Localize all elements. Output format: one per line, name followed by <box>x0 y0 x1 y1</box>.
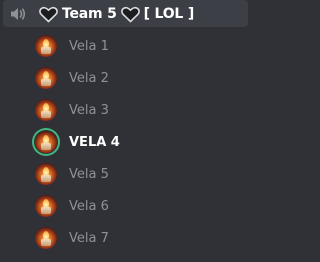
heart-icon <box>120 6 140 23</box>
voice-user-row[interactable]: Vela 1 <box>34 33 244 59</box>
voice-user-row[interactable]: Vela 2 <box>34 65 244 91</box>
voice-user-row[interactable]: Vela 5 <box>34 161 244 187</box>
channel-tag: [ LOL ] <box>143 6 195 22</box>
username: Vela 1 <box>69 38 109 54</box>
username: Vela 3 <box>69 102 109 118</box>
voice-user-row[interactable]: Vela 6 <box>34 193 244 219</box>
avatar <box>34 130 58 154</box>
channel-title: Team 5 <box>62 6 117 22</box>
avatar <box>34 226 58 250</box>
username: Vela 2 <box>69 70 109 86</box>
voice-user-row-speaking[interactable]: VELA 4 <box>34 129 244 155</box>
heart-icon <box>39 6 58 23</box>
username: Vela 6 <box>69 198 109 214</box>
speaker-icon <box>9 6 27 22</box>
voice-channel-panel: Team 5 [ LOL ] Vela 1 Vela 2 Vela 3 VELA… <box>0 0 248 262</box>
avatar <box>34 66 58 90</box>
avatar <box>34 98 58 122</box>
username: Vela 7 <box>69 230 109 246</box>
voice-channel-name: Team 5 [ LOL ] <box>39 4 198 24</box>
voice-user-row[interactable]: Vela 7 <box>34 225 244 251</box>
avatar <box>34 34 58 58</box>
voice-channel-row[interactable]: Team 5 [ LOL ] <box>3 0 248 27</box>
voice-user-row[interactable]: Vela 3 <box>34 97 244 123</box>
username: Vela 5 <box>69 166 109 182</box>
username: VELA 4 <box>69 134 120 150</box>
avatar <box>34 162 58 186</box>
avatar <box>34 194 58 218</box>
